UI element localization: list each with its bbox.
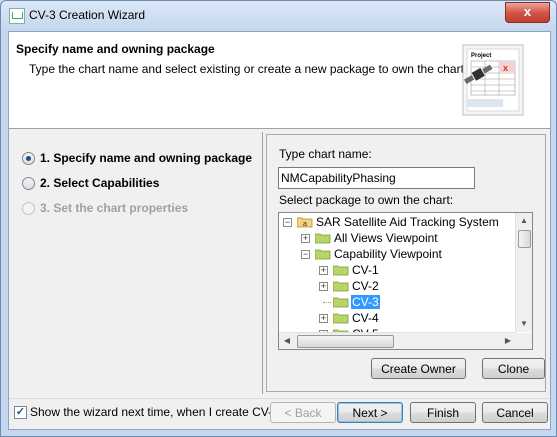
collapse-icon[interactable]: −: [301, 250, 310, 259]
wizard-client-area: Specify name and owning package Type the…: [8, 31, 551, 430]
tree-node-label[interactable]: CV-2: [351, 279, 380, 293]
next-button[interactable]: Next >: [337, 402, 403, 423]
clone-button[interactable]: Clone: [482, 358, 545, 379]
scroll-right-icon[interactable]: ▶: [501, 334, 515, 348]
create-owner-button[interactable]: Create Owner: [371, 358, 466, 379]
step-1-radio[interactable]: [22, 152, 35, 165]
wizard-window: CV-3 Creation Wizard x Specify name and …: [0, 0, 557, 437]
step-content-panel: Type chart name: Select package to own t…: [266, 134, 546, 392]
folder-icon: [315, 233, 331, 244]
scroll-down-icon[interactable]: ▼: [517, 317, 531, 331]
app-icon: [9, 8, 25, 24]
folder-icon: [333, 297, 349, 308]
page-description: Type the chart name and select existing …: [29, 62, 468, 76]
image-project-text: Project: [471, 53, 491, 59]
package-label: Select package to own the chart:: [279, 193, 454, 207]
model-package-icon: a: [297, 217, 313, 228]
expand-icon[interactable]: +: [301, 234, 310, 243]
svg-text:a: a: [303, 221, 307, 228]
package-tree[interactable]: − a SAR Satellite Aid Tracking System + All …: [278, 212, 533, 350]
tree-vertical-scrollbar[interactable]: ▲ ▼: [515, 213, 532, 332]
back-button: < Back: [270, 402, 336, 423]
chart-name-label: Type chart name:: [279, 147, 372, 161]
folder-icon: [315, 249, 331, 260]
page-title: Specify name and owning package: [16, 42, 215, 56]
folder-icon: [333, 281, 349, 292]
scroll-corner: [516, 333, 532, 349]
cancel-button[interactable]: Cancel: [482, 402, 548, 423]
close-button[interactable]: x: [505, 2, 550, 23]
expand-icon[interactable]: +: [319, 282, 328, 291]
tree-connector: [323, 302, 331, 303]
step-2-label: 2. Select Capabilities: [40, 176, 160, 190]
tree-horizontal-scrollbar[interactable]: ◀ ▶: [279, 332, 516, 349]
vertical-scroll-thumb[interactable]: [518, 230, 531, 248]
scroll-left-icon[interactable]: ◀: [280, 334, 294, 348]
show-wizard-label: Show the wizard next time, when I create…: [30, 405, 279, 419]
panel-divider: [262, 132, 263, 394]
chart-name-input[interactable]: [278, 167, 475, 189]
step-3-radio: [22, 202, 35, 215]
tree-node-label[interactable]: CV-3: [351, 295, 380, 309]
step-3-label: 3. Set the chart properties: [40, 201, 189, 215]
tree-node-label[interactable]: All Views Viewpoint: [333, 231, 439, 245]
tree-node-label[interactable]: CV-4: [351, 311, 380, 325]
title-bar: CV-3 Creation Wizard x: [1, 1, 556, 31]
finish-button[interactable]: Finish: [410, 402, 476, 423]
expand-icon[interactable]: +: [319, 314, 328, 323]
wizard-steps: 1. Specify name and owning package 2. Se…: [17, 138, 260, 393]
folder-icon: [333, 313, 349, 324]
expand-icon[interactable]: +: [319, 266, 328, 275]
step-2-radio[interactable]: [22, 177, 35, 190]
horizontal-scroll-thumb[interactable]: [297, 335, 394, 348]
scroll-up-icon[interactable]: ▲: [517, 214, 531, 228]
show-wizard-checkbox[interactable]: ✓: [14, 406, 27, 419]
tree-node-label[interactable]: Capability Viewpoint: [333, 247, 443, 261]
step-1-label: 1. Specify name and owning package: [40, 151, 253, 165]
folder-icon: [333, 265, 349, 276]
wizard-header: Specify name and owning package Type the…: [9, 32, 550, 129]
chart-document-icon: Project x: [462, 44, 524, 116]
footer-separator: [9, 398, 550, 399]
window-title: CV-3 Creation Wizard: [29, 8, 146, 22]
tree-node-label[interactable]: CV-1: [351, 263, 380, 277]
svg-text:x: x: [503, 63, 508, 73]
collapse-icon[interactable]: −: [283, 218, 292, 227]
tree-node-label[interactable]: SAR Satellite Aid Tracking System: [315, 215, 500, 229]
